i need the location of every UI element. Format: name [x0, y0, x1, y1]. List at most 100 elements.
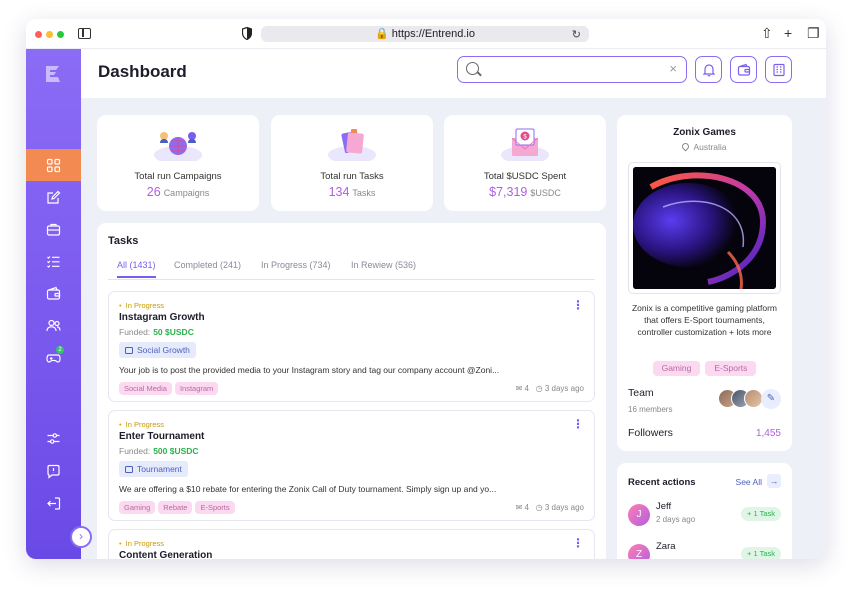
stat-value: $7,319 $USDC [444, 185, 606, 199]
task-meta: ✉ 4 ◷ 3 days ago [516, 503, 584, 512]
reload-icon[interactable]: ↻ [572, 27, 581, 43]
checklist-icon [47, 255, 60, 268]
task-title: Enter Tournament [119, 431, 205, 442]
tag: Social Media [119, 382, 172, 395]
stat-value: 134 Tasks [271, 185, 433, 199]
more-options-icon[interactable]: ⋮ [572, 298, 584, 312]
avatar: Z [628, 544, 650, 559]
task-time: 3 days ago [544, 384, 584, 393]
new-tab-icon[interactable]: + [784, 24, 792, 42]
search-input[interactable] [486, 60, 656, 78]
sidebar-item-tasks[interactable] [26, 245, 81, 277]
minimize-window-button[interactable] [46, 31, 53, 38]
tag: Rebate [158, 501, 193, 514]
notification-badge: 2 [56, 346, 64, 354]
clear-icon[interactable]: × [669, 61, 677, 76]
tab-completed[interactable]: Completed (241) [174, 260, 241, 276]
more-options-icon[interactable]: ⋮ [572, 536, 584, 550]
team-label: Team [628, 387, 654, 399]
status-badge: In Progress [119, 420, 164, 429]
funded-label: Funded: [119, 446, 151, 456]
stat-unit: Tasks [352, 188, 376, 198]
task-card[interactable]: In Progress ⋮ Instagram Growth Funded:50… [108, 291, 595, 402]
status-badge: In Progress [119, 301, 164, 310]
recent-user-name: Zara [656, 541, 676, 552]
url-text: https://Entrend.io [391, 28, 475, 40]
sidebar-item-dashboard[interactable] [26, 149, 81, 181]
chevron-right-icon: › [79, 529, 83, 543]
tasks-title: Tasks [108, 235, 139, 247]
tag: Gaming [119, 501, 156, 514]
sidebar-toggle-icon[interactable] [78, 28, 91, 39]
notifications-button[interactable] [695, 56, 722, 83]
grid-icon [46, 158, 61, 172]
address-bar[interactable]: 🔒 https://Entrend.io ↻ [261, 26, 589, 42]
sidebar-item-feedback[interactable] [26, 455, 81, 487]
shield-icon[interactable] [242, 27, 252, 40]
tag: E-Sports [705, 361, 757, 376]
funded-label: Funded: [119, 327, 151, 337]
logout-icon [47, 496, 61, 510]
task-type-chip: Tournament [119, 461, 188, 477]
app-logo [46, 66, 60, 82]
tag: E-Sports [195, 501, 235, 514]
users-icon [46, 319, 61, 331]
task-funded: Funded: 500 $USDC [119, 446, 199, 456]
tab-in-progress[interactable]: In Progress (734) [261, 260, 331, 276]
comment-icon: ✉ [515, 503, 523, 512]
sidebar-item-users[interactable] [26, 309, 81, 341]
sidebar-item-campaigns[interactable] [26, 181, 81, 213]
recent-actions-title: Recent actions [628, 477, 696, 488]
close-window-button[interactable] [35, 31, 42, 38]
tab-all[interactable]: All (1431) [117, 260, 156, 278]
sidebar-item-games[interactable]: 2 [26, 341, 81, 373]
followers-count: 1,455 [755, 428, 781, 439]
funded-amount: 50 $USDC [153, 327, 194, 337]
stat-card-tasks: Total run Tasks 134 Tasks [271, 115, 433, 211]
task-card[interactable]: In Progress ⋮ Enter Tournament Funded:50… [108, 410, 595, 521]
sidebar-collapse-button[interactable]: › [70, 526, 92, 548]
stat-label: Total run Tasks [320, 171, 384, 182]
page-header: Dashboard × [81, 49, 826, 98]
search-box[interactable]: × [457, 56, 687, 83]
see-all-link[interactable]: See All [736, 477, 762, 487]
task-funded: Funded: 50 $USDC [119, 327, 194, 337]
action-pill: + 1 Task [740, 507, 781, 521]
action-pill: + 1 Task [740, 547, 781, 559]
share-icon[interactable]: ⇧ [761, 24, 773, 42]
edit-icon [47, 190, 61, 204]
comment-count: 4 [524, 384, 529, 393]
task-card[interactable]: In Progress ⋮ Content Generation [108, 529, 595, 559]
wallet-button[interactable] [730, 56, 757, 83]
location-pin-icon [681, 141, 691, 152]
zoom-window-button[interactable] [57, 31, 64, 38]
clock-icon: ◷ [535, 503, 543, 512]
stat-label: Total run Campaigns [134, 171, 222, 182]
recent-action-row[interactable]: Z Zara + 1 Task [628, 541, 781, 559]
settings-sliders-icon [47, 432, 60, 444]
arrow-right-icon[interactable]: → [767, 474, 781, 488]
tab-overview-icon[interactable]: ❐ [807, 24, 820, 42]
followers-label: Followers [628, 427, 673, 439]
recent-actions-panel: Recent actions See All → J Jeff 2 days a… [617, 463, 792, 559]
sidebar-item-settings[interactable] [26, 422, 81, 454]
sidebar-item-logout[interactable] [26, 487, 81, 519]
task-title: Content Generation [119, 550, 213, 559]
tasks-panel: Tasks All (1431) Completed (241) In Prog… [97, 223, 606, 559]
recent-action-row[interactable]: J Jeff 2 days ago + 1 Task [628, 501, 781, 531]
sidebar-item-jobs[interactable] [26, 213, 81, 245]
lock-icon: 🔒 [375, 28, 389, 40]
more-options-icon[interactable]: ⋮ [572, 417, 584, 431]
tab-in-review[interactable]: In Rewiew (536) [351, 260, 416, 276]
browser-window: 🔒 https://Entrend.io ↻ ⇧ + ❐ 2 › Dashboa… [26, 19, 826, 559]
sidebar-item-wallet[interactable] [26, 277, 81, 309]
wallet-icon [46, 286, 61, 300]
sidebar: 2 [26, 49, 81, 559]
company-button[interactable] [765, 56, 792, 83]
company-tags: Gaming E-Sports [617, 361, 792, 376]
browser-toolbar: 🔒 https://Entrend.io ↻ ⇧ + ❐ [26, 19, 826, 49]
company-cover-image [633, 167, 776, 289]
money-envelope-illustration: $ [501, 128, 549, 161]
globe-illustration [154, 132, 202, 161]
edit-team-button[interactable]: ✎ [761, 389, 781, 409]
